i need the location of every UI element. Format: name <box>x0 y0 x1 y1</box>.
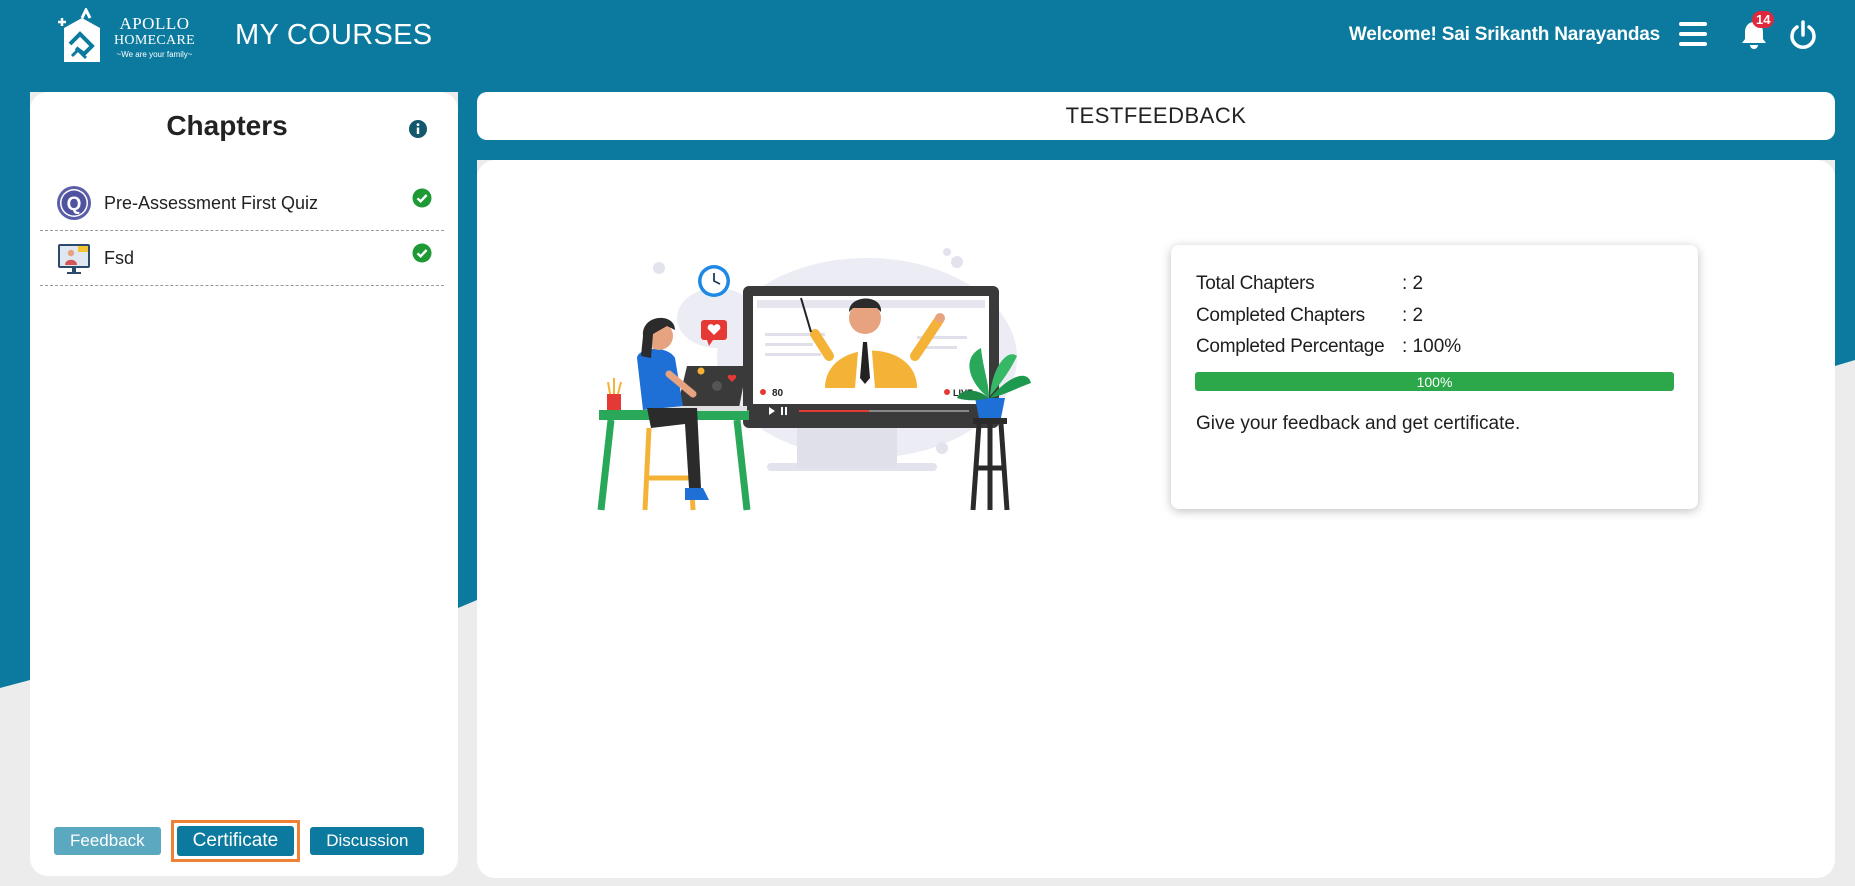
apollo-homecare-logo[interactable]: APOLLO HOMECARE ~We are your family~ <box>56 6 206 68</box>
feedback-prompt-text: Give your feedback and get certificate. <box>1196 413 1521 434</box>
chapter-item-fsd[interactable]: Fsd <box>40 231 444 286</box>
logo-line2: HOMECARE <box>114 33 195 48</box>
completed-chapters-row: Completed Chapters : 2 <box>1196 305 1423 327</box>
online-learning-illustration: 80 LIVE <box>597 248 1031 511</box>
viewer-count-label: 80 <box>772 388 784 399</box>
completion-progress-bar: 100% <box>1195 372 1674 391</box>
logo-text: APOLLO HOMECARE ~We are your family~ <box>114 15 195 59</box>
chapter-list: Q Pre-Assessment First Quiz Fsd <box>40 176 444 286</box>
feedback-button[interactable]: Feedback <box>54 827 161 855</box>
certificate-button[interactable]: Certificate <box>176 826 295 856</box>
page-title: MY COURSES <box>235 19 433 51</box>
discussion-button[interactable]: Discussion <box>310 827 425 855</box>
progress-bar-fill: 100% <box>1195 372 1674 391</box>
total-chapters-value: : 2 <box>1402 273 1424 294</box>
course-progress-card: Total Chapters: 2 Completed Chapters: 2 … <box>1171 245 1698 509</box>
completed-percentage-label: Completed Percentage <box>1196 336 1385 357</box>
logo-mark-icon <box>58 8 100 62</box>
sidebar-title: Chapters <box>166 110 288 141</box>
notification-count-badge: 14 <box>1752 11 1775 28</box>
completed-percentage-value: : 100% <box>1402 336 1462 357</box>
logo-tagline: ~We are your family~ <box>116 50 193 59</box>
logout-power-icon[interactable] <box>1787 19 1819 51</box>
chapters-sidebar: Chapters Q Pre-Assessment First Quiz Fsd… <box>30 92 458 876</box>
chapter-label: Pre-Assessment First Quiz <box>104 192 319 213</box>
svg-text:Q: Q <box>67 194 82 215</box>
chapter-item-pre-assessment-quiz[interactable]: Q Pre-Assessment First Quiz <box>40 176 444 231</box>
video-lesson-icon <box>58 244 90 274</box>
menu-hamburger-icon[interactable] <box>1679 22 1707 46</box>
total-chapters-label: Total Chapters <box>1196 273 1315 294</box>
completed-check-icon <box>412 243 432 263</box>
completed-percentage-row: Completed Percentage : 100% <box>1196 336 1461 358</box>
completed-check-icon <box>412 188 432 208</box>
logo-line1: APOLLO <box>119 14 190 33</box>
course-content-panel: 80 LIVE <box>477 160 1835 878</box>
info-icon[interactable] <box>408 119 428 139</box>
certificate-button-highlight: Certificate <box>170 820 301 862</box>
top-header: APOLLO HOMECARE ~We are your family~ MY … <box>0 0 1855 74</box>
chapter-label: Fsd <box>104 247 135 268</box>
total-chapters-row: Total Chapters : 2 <box>1196 273 1423 295</box>
sidebar-action-buttons: Feedback Certificate Discussion <box>54 820 425 862</box>
course-title-bar: TESTFEEDBACK <box>477 92 1835 140</box>
completed-chapters-label: Completed Chapters <box>1196 305 1365 326</box>
course-title: TESTFEEDBACK <box>1065 103 1247 128</box>
quiz-icon: Q <box>57 186 91 220</box>
completed-chapters-value: : 2 <box>1402 305 1424 326</box>
welcome-user-text: Welcome! Sai Srikanth Narayandas <box>1348 24 1660 45</box>
